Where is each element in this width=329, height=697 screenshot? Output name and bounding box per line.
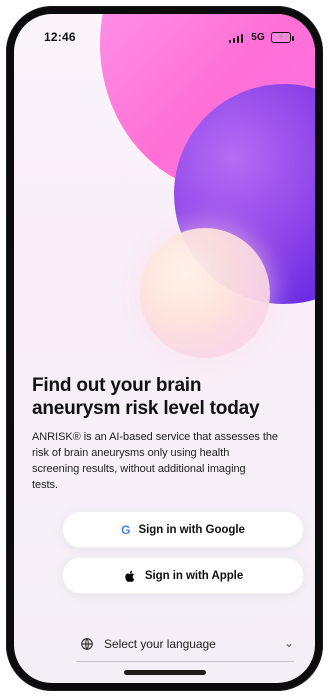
network-indicator: 5G [251, 31, 265, 43]
page-title: Find out your brain aneurysm risk level … [32, 375, 260, 420]
home-indicator [124, 670, 206, 675]
hero-content: Find out your brain aneurysm risk level … [14, 374, 315, 494]
apple-sign-in-label: Sign in with Apple [144, 569, 244, 582]
status-right: 5G ⚡ [229, 31, 294, 43]
light-orb-decoration [140, 228, 270, 358]
app-screen: 12:46 5G ⚡ Find out your brain aneurysm … [14, 14, 315, 683]
service-description: ANRISK® is an AI-based service that asse… [32, 431, 278, 492]
signal-icon [229, 31, 245, 43]
charging-bolt-icon: ⚡ [277, 31, 285, 41]
google-sign-in-label: Sign in with Google [138, 523, 245, 536]
chevron-down-icon: ⌄ [283, 636, 294, 650]
phone-frame: 12:46 5G ⚡ Find out your brain aneurysm … [6, 6, 323, 691]
apple-icon [125, 570, 134, 582]
google-icon: G [121, 522, 131, 537]
language-label: Select your language [104, 637, 216, 651]
google-sign-in-button[interactable]: G Sign in with Google [62, 511, 304, 548]
status-bar: 12:46 5G ⚡ [14, 14, 315, 60]
language-divider [76, 661, 294, 662]
language-left: Select your language [80, 637, 216, 651]
language-selector[interactable]: Select your language ⌄ [80, 629, 294, 659]
battery-icon: ⚡ [271, 31, 294, 43]
apple-sign-in-button[interactable]: Sign in with Apple [62, 557, 304, 594]
status-time: 12:46 [44, 30, 76, 44]
globe-icon [81, 638, 93, 650]
